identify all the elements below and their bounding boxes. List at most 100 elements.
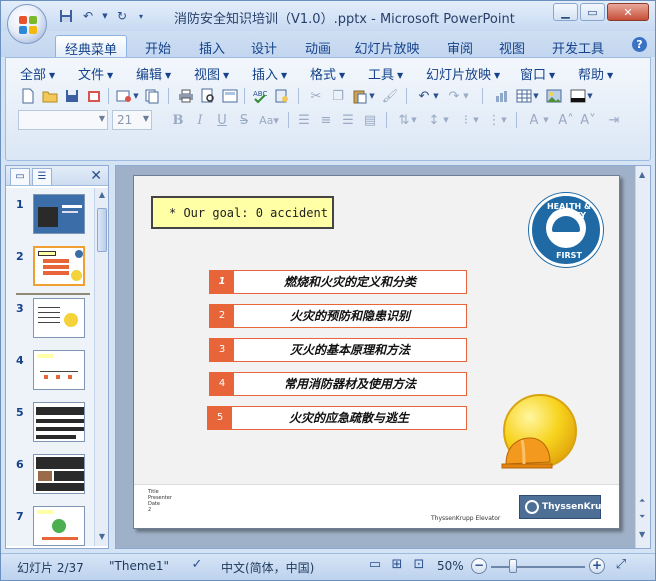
fit-to-window-icon[interactable]: ⤢: [611, 557, 631, 575]
thumbnail-row[interactable]: 7: [6, 504, 94, 546]
copy-document-icon[interactable]: [142, 86, 162, 106]
chevron-down-icon[interactable]: ▼: [410, 110, 418, 130]
scroll-up-icon[interactable]: ▲: [639, 170, 645, 179]
chevron-down-icon[interactable]: ▼: [532, 86, 540, 106]
research-icon[interactable]: [272, 86, 292, 106]
save-icon[interactable]: [62, 86, 82, 106]
chevron-down-icon[interactable]: ▼: [500, 110, 508, 130]
align-right-icon[interactable]: ☰: [338, 110, 358, 130]
outline-tab-icon[interactable]: ☰: [32, 168, 52, 185]
underline-icon[interactable]: U: [212, 110, 232, 130]
color-scheme-icon[interactable]: [568, 86, 588, 106]
slide-thumbnail[interactable]: [33, 298, 85, 338]
chevron-down-icon[interactable]: ▼: [101, 8, 109, 24]
chevron-down-icon[interactable]: ▼: [542, 110, 550, 130]
slideshow-view-icon[interactable]: ⊡: [409, 557, 429, 575]
print-icon[interactable]: [176, 86, 196, 106]
tab-insert[interactable]: 插入: [189, 35, 235, 57]
goal-textbox[interactable]: * Our goal: 0 accident: [151, 196, 334, 229]
scroll-thumb[interactable]: [97, 208, 107, 252]
thumbnail-row[interactable]: 2: [6, 244, 94, 294]
menu-slideshow[interactable]: 幻灯片放映 ▼: [426, 64, 500, 83]
menu-view[interactable]: 视图 ▼: [194, 64, 229, 83]
language-indicator[interactable]: 中文(简体，中国): [221, 559, 314, 576]
tab-slideshow[interactable]: 幻灯片放映: [349, 35, 425, 57]
close-icon[interactable]: ✕: [90, 168, 102, 184]
font-name-combo[interactable]: ▼: [18, 110, 108, 130]
permission-icon[interactable]: [84, 86, 104, 106]
menu-file[interactable]: 文件 ▼: [78, 64, 113, 83]
change-case-icon[interactable]: Aa▾: [256, 110, 282, 130]
spelling-icon[interactable]: ABC: [250, 86, 270, 106]
redo-icon[interactable]: ↷: [444, 86, 464, 106]
normal-view-icon[interactable]: ▭: [365, 557, 385, 575]
slide-thumbnail[interactable]: [33, 506, 85, 546]
zoom-out-button[interactable]: −: [471, 558, 487, 574]
slide-sorter-icon[interactable]: ⊞: [387, 557, 407, 575]
menu-window[interactable]: 窗口 ▼: [520, 64, 555, 83]
indent-icon[interactable]: ⇥: [604, 110, 624, 130]
align-center-icon[interactable]: ≡: [316, 110, 336, 130]
zoom-in-button[interactable]: +: [589, 558, 605, 574]
align-left-icon[interactable]: ☰: [294, 110, 314, 130]
font-size-combo[interactable]: 21 ▼: [112, 110, 152, 130]
thumbnail-row[interactable]: 3: [6, 296, 94, 346]
maximize-button[interactable]: ▭: [580, 3, 605, 21]
grow-font-icon[interactable]: A˄: [556, 110, 576, 130]
open-folder-icon[interactable]: [40, 86, 60, 106]
line-spacing-icon[interactable]: ↕: [424, 110, 444, 130]
current-slide[interactable]: * Our goal: 0 accident HEALTH & SAFETY F…: [133, 175, 620, 529]
close-button[interactable]: ✕: [607, 3, 649, 21]
thumbnail-scrollbar[interactable]: ▲ ▼: [94, 188, 108, 546]
paste-icon[interactable]: [350, 86, 370, 106]
tab-home[interactable]: 开始: [135, 35, 181, 57]
menu-tools[interactable]: 工具 ▼: [368, 64, 403, 83]
menu-edit[interactable]: 编辑 ▼: [136, 64, 171, 83]
agenda-item-1[interactable]: 1 燃烧和火灾的定义和分类: [209, 270, 467, 294]
chevron-down-icon[interactable]: ▼: [472, 110, 480, 130]
slide-thumbnail[interactable]: [33, 350, 85, 390]
agenda-item-4[interactable]: 4 常用消防器材及使用方法: [209, 372, 467, 396]
zoom-slider-track[interactable]: [491, 566, 585, 568]
thumbnail-row[interactable]: 6: [6, 452, 94, 502]
shadow-icon[interactable]: S: [234, 110, 254, 130]
thumbnail-row[interactable]: 4: [6, 348, 94, 398]
tab-classic-menu[interactable]: 经典菜单: [55, 35, 127, 58]
copy-icon[interactable]: ❐: [328, 86, 348, 106]
cut-icon[interactable]: ✂: [306, 86, 326, 106]
tab-animation[interactable]: 动画: [295, 35, 341, 57]
help-icon[interactable]: ?: [632, 37, 647, 52]
theme-name[interactable]: "Theme1": [109, 559, 169, 573]
chevron-down-icon[interactable]: ▼: [586, 86, 594, 106]
menu-format[interactable]: 格式 ▼: [310, 64, 345, 83]
agenda-item-2[interactable]: 2 火灾的预防和隐患识别: [209, 304, 467, 328]
thumbnail-row[interactable]: 5: [6, 400, 94, 450]
chevron-down-icon[interactable]: ▼: [442, 110, 450, 130]
justify-icon[interactable]: ▤: [360, 110, 380, 130]
menu-insert[interactable]: 插入 ▼: [252, 64, 287, 83]
print-preview-icon[interactable]: [198, 86, 218, 106]
slides-tab-icon[interactable]: ▭: [10, 168, 30, 185]
slide-view-icon[interactable]: [220, 86, 240, 106]
thumbnail-row[interactable]: 1: [6, 192, 94, 242]
tab-review[interactable]: 审阅: [437, 35, 483, 57]
menu-all[interactable]: 全部 ▼: [20, 64, 55, 83]
insert-table-icon[interactable]: [514, 86, 534, 106]
new-document-icon[interactable]: [18, 86, 38, 106]
tab-design[interactable]: 设计: [241, 35, 287, 57]
save-icon[interactable]: [57, 8, 75, 24]
italic-icon[interactable]: I: [190, 110, 210, 130]
format-painter-icon[interactable]: 🖌: [380, 86, 400, 106]
undo-icon[interactable]: ↶: [414, 86, 434, 106]
insert-chart-icon[interactable]: [492, 86, 512, 106]
chevron-down-icon[interactable]: ▼: [368, 86, 376, 106]
insert-picture-icon[interactable]: [544, 86, 564, 106]
zoom-level[interactable]: 50%: [437, 559, 464, 573]
customize-icon[interactable]: ▾: [135, 8, 147, 24]
tab-view[interactable]: 视图: [489, 35, 535, 57]
zoom-slider-thumb[interactable]: [509, 559, 517, 573]
scroll-up-icon[interactable]: ▲: [97, 190, 107, 202]
agenda-item-3[interactable]: 3 灭火的基本原理和方法: [209, 338, 467, 362]
email-icon[interactable]: [114, 86, 134, 106]
chevron-down-icon[interactable]: ▼: [462, 86, 470, 106]
